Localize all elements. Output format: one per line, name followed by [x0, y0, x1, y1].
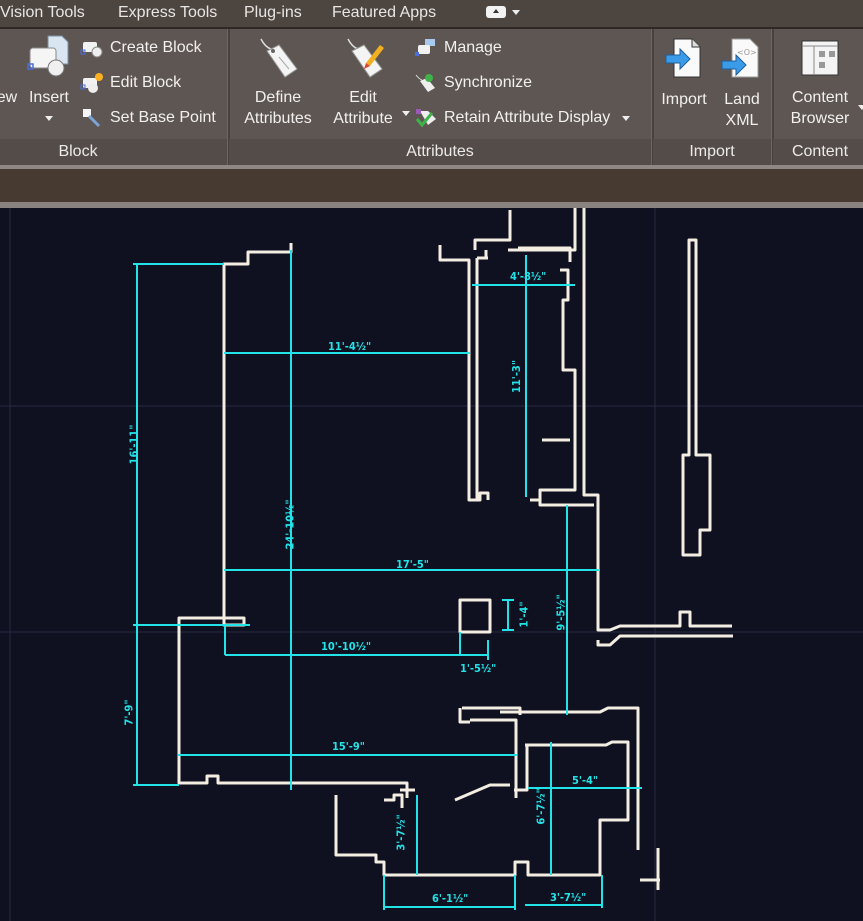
wall-corridor-inner — [475, 250, 488, 500]
walls — [177, 208, 733, 890]
define-attributes-button[interactable]: Define Attributes — [236, 37, 320, 129]
edit-block-button[interactable]: Edit Block — [80, 70, 181, 96]
retain-display-dropdown-caret[interactable] — [622, 115, 631, 121]
wall-corner — [640, 848, 660, 890]
wall-bottom — [334, 795, 600, 877]
create-block-button[interactable]: Create Block — [80, 35, 202, 61]
ribbon: ew Insert Create Block Edit Block Set Ba… — [0, 29, 863, 165]
import-label: Import — [661, 91, 707, 108]
tag-icon — [260, 38, 298, 78]
ribbon-tab-bar: Vision Tools Express Tools Plug-ins Feat… — [0, 0, 863, 29]
insert-button[interactable]: Insert — [24, 34, 74, 129]
synchronize-label: Synchronize — [444, 74, 533, 91]
wall-lower-right-block — [458, 706, 640, 850]
content-browser-icon — [801, 40, 839, 76]
tab-plug-ins[interactable]: Plug-ins — [244, 4, 302, 22]
retain-attribute-display-button[interactable]: Retain Attribute Display — [414, 105, 631, 131]
wall-bottom-notch — [384, 788, 415, 808]
content-browser-label-1: Content — [791, 89, 849, 106]
wall-door — [538, 500, 594, 507]
insert-label: Insert — [28, 89, 69, 106]
grid-lines — [0, 208, 863, 921]
tab-featured-apps[interactable]: Featured Apps — [332, 4, 436, 22]
insert-block-icon — [27, 35, 69, 77]
retain-attribute-display-label: Retain Attribute Display — [444, 109, 611, 126]
synchronize-icon — [414, 72, 438, 94]
wall-corridor-left — [438, 245, 490, 502]
minimize-ribbon-button[interactable] — [486, 6, 506, 18]
ribbon-options-dropdown[interactable] — [512, 10, 520, 15]
edit-attribute-label-1: Edit — [349, 89, 377, 106]
edit-attribute-label-2: Attribute — [333, 110, 393, 127]
dimension-lines — [133, 250, 642, 910]
dimension-label: 4'-8½" — [510, 270, 547, 283]
dimension-label: 7'-9" — [122, 699, 136, 726]
partial-button[interactable]: ew — [0, 87, 18, 108]
wall-right-corridor-lower — [596, 634, 733, 647]
dimension-label: 3'-7½" — [394, 814, 408, 851]
content-browser-dropdown-caret[interactable] — [858, 105, 863, 110]
dimension-label: 9'-5½" — [554, 594, 568, 631]
define-attributes-label-1: Define — [254, 89, 302, 106]
wall-far-right-column — [681, 238, 712, 557]
define-attributes-label-2: Attributes — [244, 110, 312, 127]
import-file-icon — [665, 38, 701, 78]
create-block-label: Create Block — [110, 39, 202, 56]
synchronize-button[interactable]: Synchronize — [414, 70, 532, 96]
tab-express-tools[interactable]: Express Tools — [118, 4, 217, 22]
dimension-label: 6'-7½" — [534, 788, 548, 825]
dimension-label: 6'-1½" — [432, 892, 469, 905]
manage-label: Manage — [444, 39, 502, 56]
drawing-canvas[interactable]: 16'-11" 24'-10½" 11'-4½" 4'-8½" 11'-3" 1… — [0, 208, 863, 921]
set-base-point-label: Set Base Point — [110, 109, 216, 126]
content-browser-label-2: Browser — [790, 110, 850, 127]
dimension-label: 1'-5½" — [460, 662, 497, 675]
edit-attribute-icon — [347, 38, 384, 78]
edit-block-icon — [80, 72, 104, 94]
wall-door-swing — [454, 783, 510, 802]
manage-button[interactable]: Manage — [414, 35, 502, 61]
land-xml-button[interactable]: <O> Land XML — [714, 37, 770, 131]
panel-content-title[interactable]: Content — [773, 143, 863, 161]
tab-vision-tools[interactable]: Vision Tools — [0, 4, 85, 22]
file-tab-strip — [0, 169, 863, 202]
base-point-icon — [80, 107, 104, 129]
edit-block-label: Edit Block — [110, 74, 182, 91]
dimension-label: 15'-9" — [332, 740, 365, 753]
wall-column-box — [458, 598, 492, 634]
wall-top-corridor — [473, 208, 577, 252]
land-xml-icon: <O> — [721, 38, 759, 78]
set-base-point-button[interactable]: Set Base Point — [80, 105, 216, 131]
edit-attribute-dropdown-caret[interactable] — [402, 111, 410, 116]
edit-attribute-button[interactable]: Edit Attribute — [324, 37, 410, 129]
dimension-label: 1'-4" — [517, 601, 531, 628]
manage-icon — [414, 37, 438, 59]
land-xml-label-2: XML — [725, 112, 759, 129]
svg-text:<O>: <O> — [737, 48, 757, 57]
dimension-label: 16'-11" — [127, 424, 141, 465]
land-xml-label-1: Land — [724, 91, 760, 108]
dimension-label: 3'-7½" — [550, 891, 587, 904]
content-browser-button[interactable]: Content Browser — [780, 37, 863, 129]
dimension-label: 24'-10½" — [283, 499, 297, 550]
panel-attributes-title[interactable]: Attributes — [229, 143, 651, 161]
panel-import-title[interactable]: Import — [653, 143, 771, 161]
import-button[interactable]: Import — [656, 37, 712, 110]
insert-dropdown-caret[interactable] — [45, 116, 53, 122]
dimension-label: 11'-3" — [509, 360, 523, 393]
retain-display-icon — [414, 107, 438, 129]
panel-block-title[interactable]: Block — [0, 143, 156, 161]
dimension-label: 11'-4½" — [328, 340, 372, 353]
dimension-label: 5'-4" — [572, 774, 599, 787]
dimension-label: 10'-10½" — [321, 640, 372, 653]
dimension-label: 17'-5" — [396, 558, 429, 571]
create-block-icon — [80, 37, 104, 59]
floor-plan-drawing — [0, 208, 863, 921]
wall-right-corridor — [582, 208, 732, 632]
